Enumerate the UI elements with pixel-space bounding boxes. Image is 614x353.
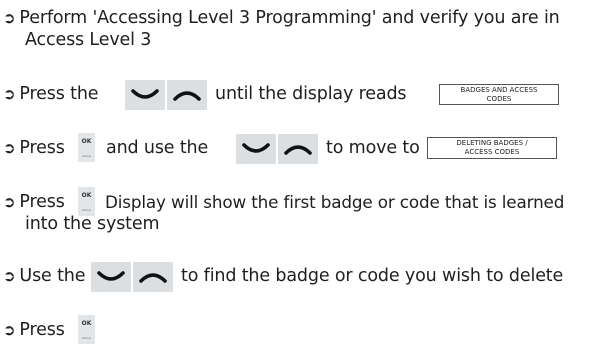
step-1-text-cont: Access Level 3 — [25, 30, 152, 50]
arrow-keys — [125, 80, 207, 110]
bullet-arrow-icon: ➲ — [3, 267, 16, 285]
step-2-text: Press the — [19, 84, 99, 104]
bullet-arrow-icon: ➲ — [3, 139, 16, 157]
ok-key-icon: OK status — [78, 315, 95, 344]
down-arrow-key-icon — [125, 80, 165, 110]
step-4-text-cont: into the system — [25, 214, 160, 234]
up-arrow-key-icon — [133, 262, 173, 292]
up-arrow-key-icon — [167, 80, 207, 110]
step-6-text: Press — [19, 320, 65, 340]
step-4-text: Press — [19, 192, 65, 212]
down-arrow-key-icon — [236, 134, 276, 164]
display-box: BADGES AND ACCESS CODES — [439, 84, 559, 105]
arrow-keys — [236, 134, 318, 164]
down-arrow-key-icon — [91, 262, 131, 292]
step-2-text-2: until the display reads — [215, 84, 407, 104]
bullet-arrow-icon: ➲ — [3, 321, 16, 339]
arrow-keys — [91, 262, 173, 292]
step-4-text-2: Display will show the first badge or cod… — [105, 192, 565, 212]
step-5-text-2: to find the badge or code you wish to de… — [181, 266, 564, 286]
up-arrow-key-icon — [278, 134, 318, 164]
display-box: DELETING BADGES / ACCESS CODES — [427, 137, 557, 159]
step-3-text: Press — [19, 138, 65, 158]
step-5-text: Use the — [19, 266, 86, 286]
ok-key-icon: OK status — [78, 187, 95, 216]
ok-key-icon: OK status — [78, 133, 95, 162]
step-3-text-3: to move to — [326, 138, 420, 158]
bullet-arrow-icon: ➲ — [3, 193, 16, 211]
bullet-arrow-icon: ➲ — [3, 9, 16, 27]
bullet-arrow-icon: ➲ — [3, 85, 16, 103]
step-3-text-2: and use the — [106, 138, 209, 158]
step-1-text: Perform 'Accessing Level 3 Programming' … — [19, 8, 560, 28]
